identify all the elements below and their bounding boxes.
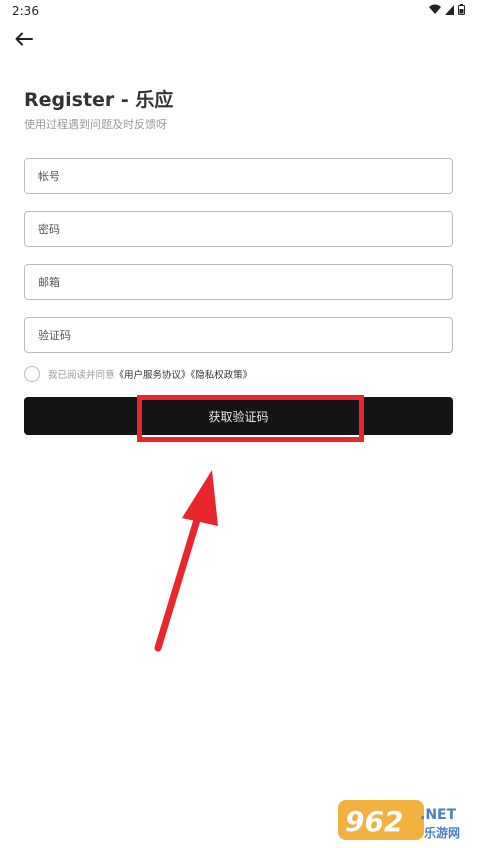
register-screen: 2:36 Register - 乐应 使用过程遇到问题及时反馈呀 我已阅读并同意… <box>0 0 477 848</box>
watermark-logo: 962 .NET 乐游网 <box>338 800 460 840</box>
annotation-arrow-icon <box>154 470 218 652</box>
watermark-net: .NET <box>420 807 457 823</box>
watermark-brand: 962 <box>345 805 403 838</box>
watermark-site: 乐游网 <box>424 825 460 840</box>
